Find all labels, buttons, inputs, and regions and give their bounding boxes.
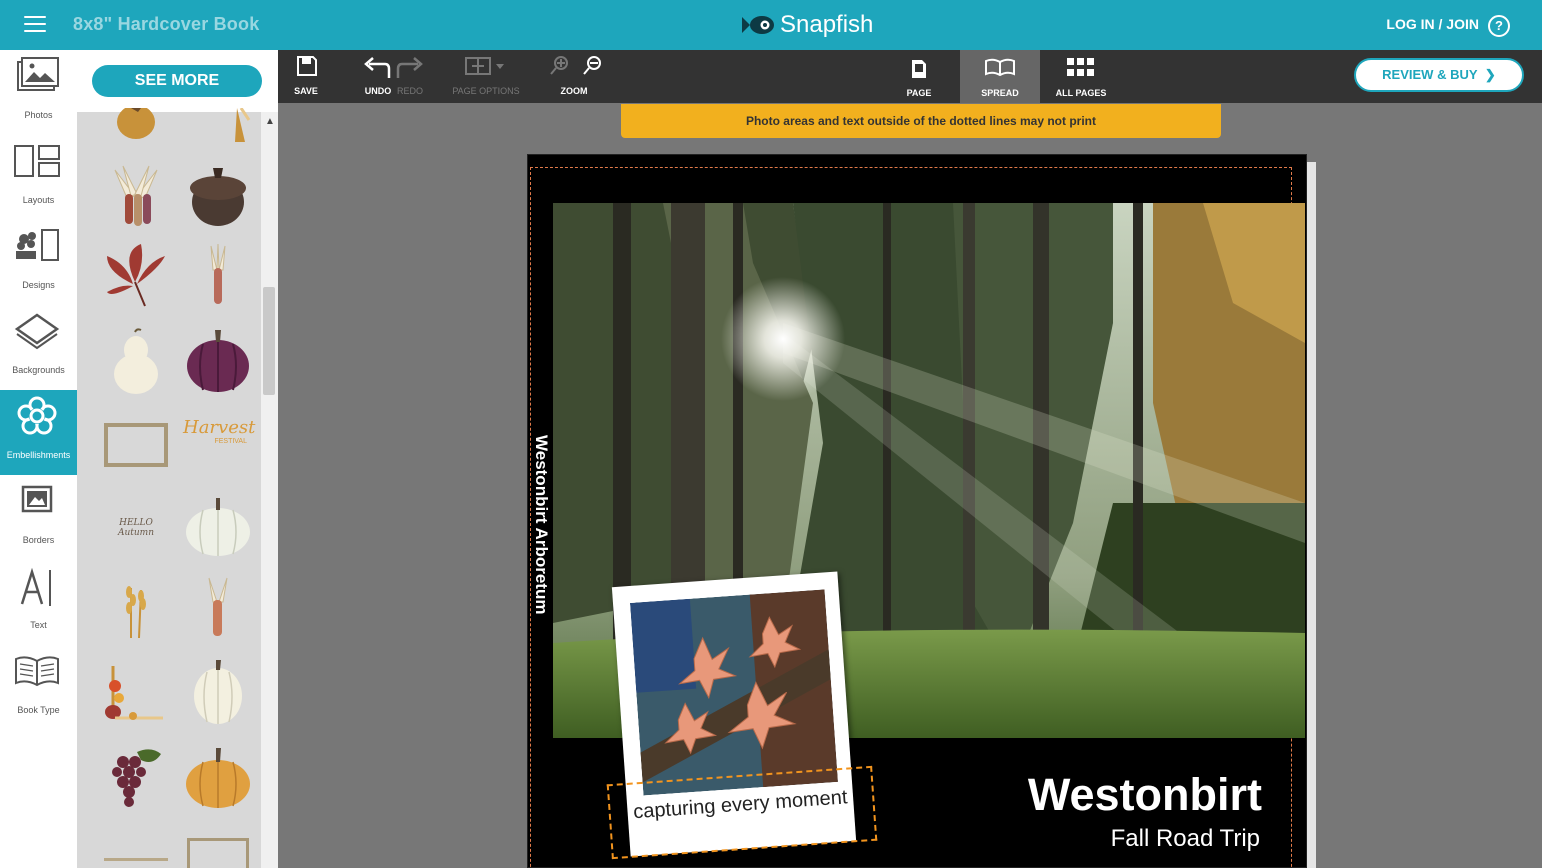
rail-label: Book Type: [17, 705, 60, 715]
menu-icon[interactable]: [24, 16, 46, 34]
redo-button[interactable]: REDO: [396, 50, 424, 103]
save-icon: [297, 56, 317, 76]
cover-title[interactable]: Westonbirt: [1028, 769, 1262, 821]
panel-header: SEE MORE: [77, 50, 278, 112]
text-icon: [20, 567, 51, 606]
brand-logo[interactable]: Snapfish: [740, 9, 873, 41]
white-corn-sticker[interactable]: [101, 160, 171, 230]
redo-icon: [396, 57, 423, 78]
undo-icon: [364, 57, 391, 78]
rail-item-text[interactable]: Text: [0, 560, 77, 645]
hello-autumn-sticker[interactable]: HELLO Autumn: [101, 518, 171, 538]
rail-item-photos[interactable]: Photos: [0, 50, 77, 135]
rail-label: Backgrounds: [12, 365, 65, 375]
rail-label: Borders: [22, 535, 55, 545]
frame-sticker[interactable]: [101, 410, 171, 480]
view-spread-button[interactable]: SPREAD: [960, 50, 1040, 103]
book-cover-canvas[interactable]: Westonbirt Arboretum capturing every mom…: [527, 154, 1307, 868]
login-join-link[interactable]: LOG IN / JOIN: [1386, 16, 1479, 32]
rail-item-embellishments[interactable]: Embellishments: [0, 390, 77, 475]
spine-title[interactable]: Westonbirt Arboretum: [531, 435, 551, 614]
spread-icon: [985, 58, 1015, 77]
gourd-sticker[interactable]: [101, 108, 171, 142]
save-button[interactable]: SAVE: [290, 50, 322, 103]
scroll-up-icon[interactable]: ▲: [265, 116, 275, 127]
backgrounds-icon: [14, 313, 60, 350]
review-and-buy-button[interactable]: REVIEW & BUY ❯: [1354, 58, 1524, 92]
page-options-icon: [465, 57, 504, 75]
editor-toolbar: SAVE UNDO REDO PAGE OPTIONS ZOOM PAGE SP…: [278, 50, 1542, 103]
corner-bouquet-sticker[interactable]: [101, 656, 171, 726]
rail-label: Text: [30, 620, 47, 630]
harvest-festival-sticker[interactable]: Harvest FESTIVAL: [183, 417, 256, 472]
document-title: 8x8" Hardcover Book: [73, 14, 260, 34]
rail-item-borders[interactable]: Borders: [0, 475, 77, 560]
see-more-button[interactable]: SEE MORE: [92, 65, 262, 97]
rail-label: Photos: [24, 110, 53, 120]
embellishments-panel: SEE MORE Harvest FESTIVAL HELLO Autumn ▲: [77, 50, 278, 868]
divider-sticker[interactable]: [104, 858, 168, 861]
borders-icon: [21, 485, 53, 513]
acorn-sticker[interactable]: [183, 160, 253, 230]
harvest-title-text: Harvest: [183, 417, 256, 438]
top-bar: 8x8" Hardcover Book Snapfish LOG IN / JO…: [0, 0, 1542, 50]
undo-button[interactable]: UNDO: [360, 50, 396, 103]
photos-icon: [17, 57, 59, 91]
chevron-right-icon: ❯: [1484, 67, 1496, 82]
corn-cob-sticker[interactable]: [183, 242, 253, 312]
frame-sticker-2[interactable]: [187, 838, 249, 868]
flower-icon: [17, 396, 57, 435]
rail-label: Embellishments: [6, 450, 71, 460]
tool-rail: Photos Layouts Designs Backgrounds Embel…: [0, 50, 77, 868]
orange-pumpkin-sticker[interactable]: [183, 742, 253, 812]
book-icon: [15, 656, 59, 687]
harvest-sub-text: FESTIVAL: [214, 438, 247, 445]
rail-item-layouts[interactable]: Layouts: [0, 135, 77, 220]
purple-pumpkin-sticker[interactable]: [183, 326, 253, 396]
maple-leaves-photo[interactable]: [630, 589, 838, 796]
layouts-icon: [14, 145, 60, 177]
designs-icon: [16, 229, 59, 261]
help-icon[interactable]: ?: [1488, 15, 1510, 37]
white-pumpkin-sticker[interactable]: [183, 492, 253, 562]
print-warning-banner: Photo areas and text outside of the dott…: [621, 104, 1221, 138]
rail-label: Designs: [22, 280, 55, 290]
grapes-sticker[interactable]: [101, 742, 171, 812]
corn-cob-sticker-2[interactable]: [183, 574, 253, 644]
scroll-thumb[interactable]: [263, 287, 275, 395]
wheat-sticker[interactable]: [101, 574, 171, 644]
autumn-leaf-sticker[interactable]: [101, 242, 171, 312]
rail-item-book-type[interactable]: Book Type: [0, 645, 77, 730]
rail-item-backgrounds[interactable]: Backgrounds: [0, 305, 77, 390]
grid-icon: [1067, 58, 1094, 76]
view-page-button[interactable]: PAGE: [880, 50, 958, 103]
white-gourd-sticker[interactable]: [101, 326, 171, 396]
fish-icon: [742, 16, 774, 34]
zoom-icon: [550, 56, 601, 75]
rail-label: Layouts: [22, 195, 55, 205]
cover-subtitle[interactable]: Fall Road Trip: [1111, 825, 1260, 853]
panel-scrollbar[interactable]: ▲: [261, 112, 278, 868]
rail-item-designs[interactable]: Designs: [0, 220, 77, 305]
maple-photo: [630, 589, 838, 796]
view-all-pages-button[interactable]: ALL PAGES: [1042, 50, 1120, 103]
zoom-button[interactable]: ZOOM: [544, 50, 604, 103]
page-icon: [912, 60, 926, 78]
white-pumpkin-tall-sticker[interactable]: [183, 656, 253, 726]
page-options-button[interactable]: PAGE OPTIONS: [450, 50, 522, 103]
brand-name: Snapfish: [780, 11, 874, 38]
